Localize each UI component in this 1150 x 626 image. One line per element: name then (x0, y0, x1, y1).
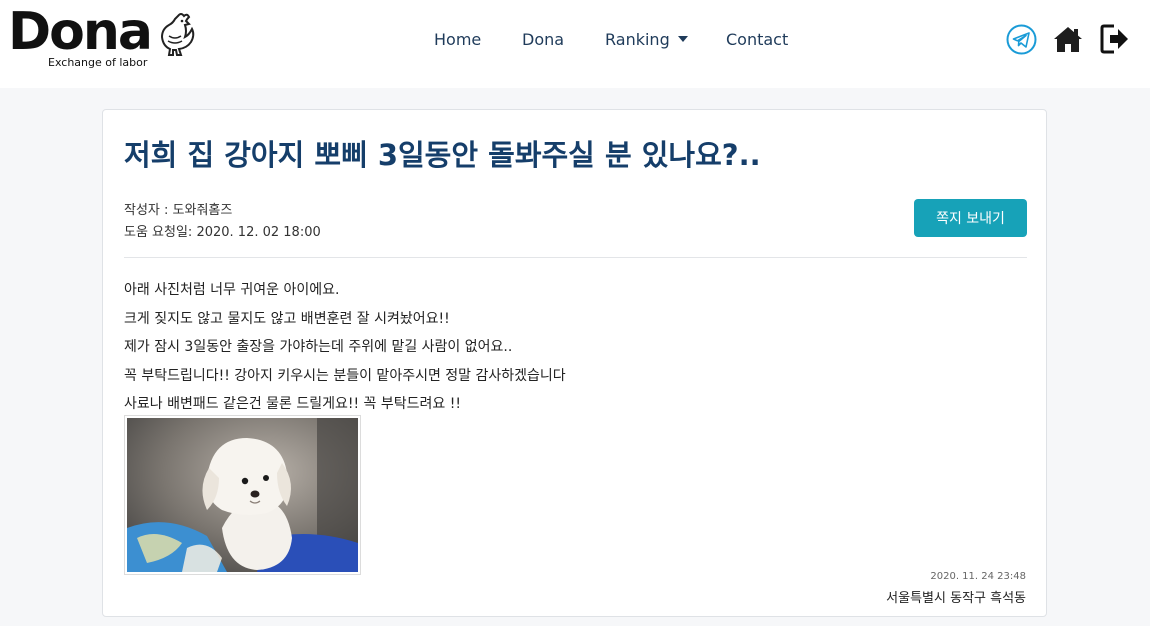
brand-tagline: Exchange of labor (48, 56, 148, 69)
nav-dona[interactable]: Dona (522, 30, 564, 49)
nav-home[interactable]: Home (434, 30, 481, 49)
telegram-icon[interactable] (1006, 24, 1037, 55)
brand-logo[interactable]: Dona Exchange of labor (8, 4, 198, 74)
body-line-2: 크게 짖지도 않고 물지도 않고 배변훈련 잘 시켜놨어요!! (124, 310, 450, 327)
send-message-button[interactable]: 쪽지 보내기 (914, 199, 1027, 237)
post-body: 아래 사진처럼 너무 귀여운 아이에요. 크게 짖지도 않고 물지도 않고 배변… (124, 276, 566, 419)
post-card: 저희 집 강아지 뽀삐 3일동안 돌봐주실 분 있나요?.. 작성자 : 도와줘… (102, 109, 1047, 617)
nav-contact[interactable]: Contact (726, 30, 788, 49)
nav-ranking-label: Ranking (605, 30, 670, 49)
post-timestamp: 2020. 11. 24 23:48 (930, 571, 1026, 582)
brand-name: Dona (8, 2, 153, 62)
request-date-line: 도움 요청일: 2020. 12. 02 18:00 (124, 225, 321, 240)
puppy-photo (127, 418, 358, 572)
author-line: 작성자 : 도와줘홈즈 (124, 203, 233, 218)
home-icon[interactable] (1053, 25, 1083, 53)
post-location: 서울특별시 동작구 흑석동 (886, 591, 1026, 606)
post-photo (124, 415, 361, 575)
body-line-3: 제가 잠시 3일동안 출장을 가야하는데 주위에 맡길 사람이 없어요.. (124, 339, 513, 355)
sign-out-icon[interactable] (1100, 23, 1130, 55)
nav-ranking-dropdown[interactable]: Ranking (605, 30, 688, 49)
caret-down-icon (677, 36, 688, 42)
divider (124, 257, 1027, 258)
body-line-4: 꼭 부탁드립니다!! 강아지 키우시는 분들이 맡아주시면 정말 감사하겠습니다 (124, 367, 566, 384)
navbar: Dona Exchange of labor Home Dona Ranking… (0, 0, 1150, 88)
post-title: 저희 집 강아지 뽀삐 3일동안 돌봐주실 분 있나요?.. (124, 138, 761, 172)
rooster-icon (160, 13, 195, 56)
post-meta: 작성자 : 도와줘홈즈 도움 요청일: 2020. 12. 02 18:00 (124, 200, 321, 244)
body-line-1: 아래 사진처럼 너무 귀여운 아이에요. (124, 282, 340, 298)
